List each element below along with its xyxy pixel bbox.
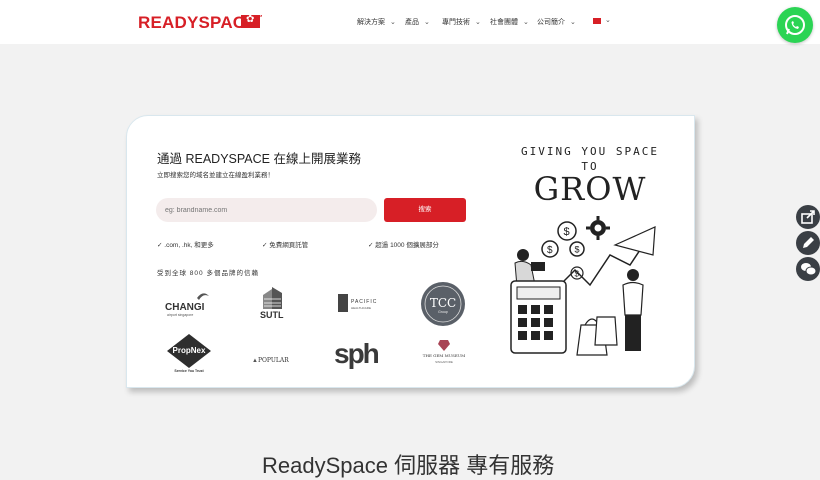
art-title-grow: GROW (533, 170, 647, 208)
svg-text:$: $ (564, 226, 570, 238)
chevron-down-icon: ⌄ (523, 19, 529, 26)
nav-community[interactable]: 社會團體 ⌄ (490, 17, 529, 27)
svg-text:$: $ (547, 245, 553, 256)
hk-flag-icon (241, 14, 260, 28)
brand-logo-changi: CHANGI airport singapore (163, 290, 215, 320)
nav-expertise[interactable]: 專門技術 ⌄ (442, 17, 481, 27)
svg-text:$: $ (575, 245, 580, 255)
feature-item: ✓ 免費網頁託管 (262, 242, 309, 249)
trusted-by-label: 受到全球 800 多個品牌的信賴 (157, 270, 259, 277)
share-button[interactable] (796, 205, 820, 229)
chevron-down-icon: ⌄ (475, 19, 481, 26)
search-button[interactable]: 搜索 (384, 198, 466, 222)
whatsapp-button[interactable] (777, 7, 813, 43)
growth-illustration: $ $ $ $ (510, 216, 656, 356)
hero-headline: 通過 READYSPACE 在線上開展業務 (157, 152, 361, 166)
gem-icon (438, 340, 450, 351)
chat-icon (801, 263, 817, 276)
brand-logo-tcc: TCC Group (420, 281, 466, 327)
edit-button[interactable] (796, 231, 820, 255)
domain-search-box (156, 198, 377, 222)
section-title: ReadySpace 伺服器 專有服務 (262, 453, 555, 478)
whatsapp-icon (785, 15, 805, 35)
brand-logo-sph: sph (334, 338, 380, 369)
brand-logo-pacific-healthcare: PACIFIC HEALTHCARE (338, 294, 388, 316)
chevron-down-icon: ⌄ (424, 19, 430, 26)
domain-search-input[interactable] (165, 204, 365, 216)
art-title-line1: GIVING YOU SPACE (521, 145, 659, 158)
chevron-down-icon[interactable]: ⌄ (605, 16, 611, 24)
chevron-down-icon: ⌄ (570, 19, 576, 26)
feature-item: ✓ 超過 1000 個擴展部分 (368, 242, 439, 249)
pencil-icon (803, 237, 814, 248)
share-icon (801, 210, 815, 224)
top-navbar: READYSPACE™ 解決方案⌄ 產品⌄ 專門技術⌄ 社會團體⌄ 公司簡介⌄ … (0, 0, 820, 44)
nav-solutions[interactable]: 解決方案 ⌄ (357, 17, 396, 27)
chat-button[interactable] (796, 257, 820, 281)
brand-logo-popular: ▲POPULAR (252, 357, 289, 364)
brand-logo-gem-museum: THE GEM MUSEUM SINGAPORE (420, 338, 468, 368)
brand-logo-sutl: SUTL (258, 285, 292, 323)
nav-products[interactable]: 產品 ⌄ (405, 17, 430, 27)
brand-logo-propnex: PropNex Service You Trust (165, 334, 213, 376)
nav-company[interactable]: 公司簡介 ⌄ (537, 17, 576, 27)
hero-subline: 立即搜索您的域名並建立在線盈利業務！ (157, 172, 274, 179)
chevron-down-icon: ⌄ (390, 19, 396, 26)
feature-item: ✓ .com, .hk, 和更多 (157, 242, 214, 249)
language-flag-icon[interactable] (593, 18, 601, 24)
sutl-building-icon (263, 287, 282, 309)
